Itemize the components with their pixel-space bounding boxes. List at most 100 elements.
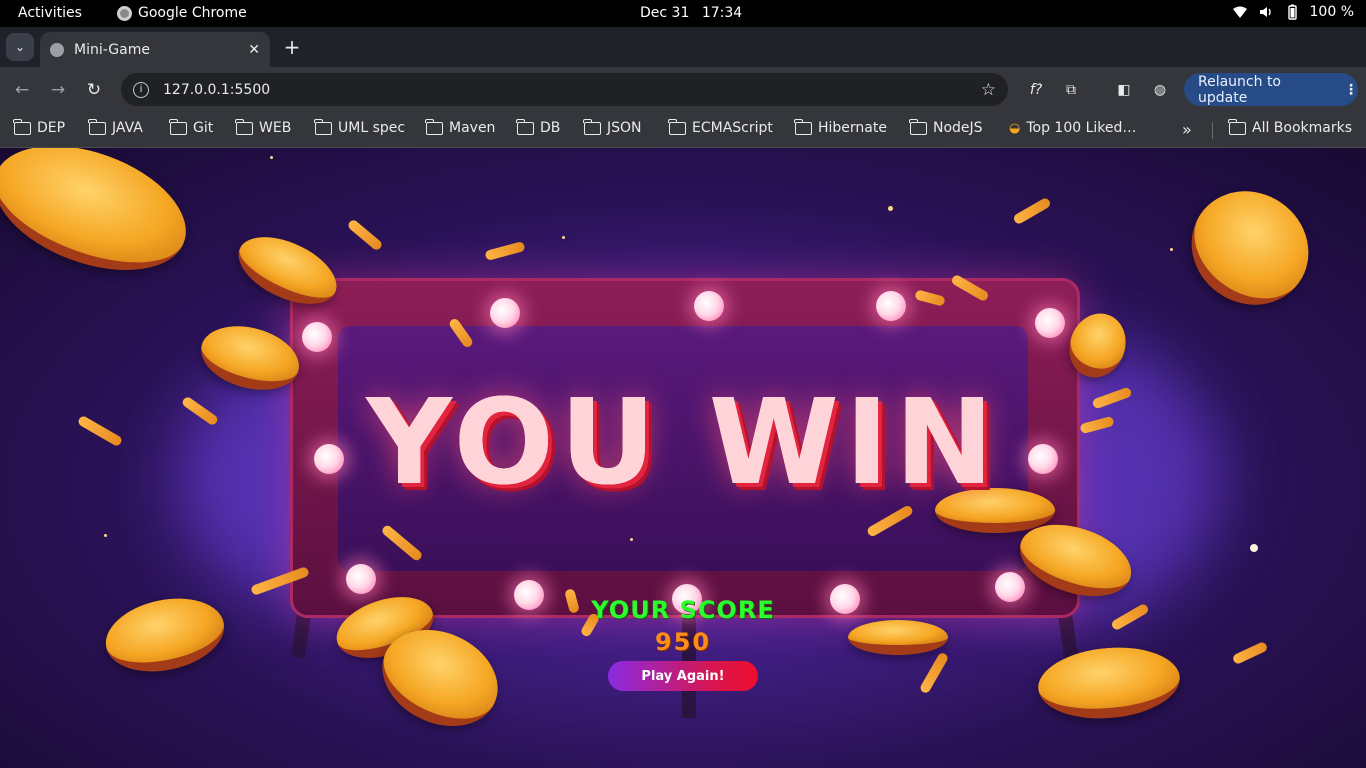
relaunch-label: Relaunch to update (1198, 73, 1282, 106)
battery-percent: 100 % (1309, 4, 1354, 20)
bookmark-label: JSON (607, 120, 642, 136)
play-again-button[interactable]: Play Again! (608, 661, 758, 691)
tab-strip: ⌄ Mini-Game ✕ + (0, 27, 1366, 67)
confetti-piece (1012, 196, 1052, 226)
system-tray[interactable]: 100 % (1232, 4, 1354, 20)
you-win-headline: YOU WIN (366, 373, 1000, 511)
marquee-bulb (876, 291, 906, 321)
bookmark-folder[interactable]: Hibernate (794, 118, 887, 136)
gold-coin (0, 148, 203, 294)
sparkle (104, 534, 107, 537)
bookmarks-overflow-chevron-icon[interactable]: » (1182, 120, 1192, 139)
bookmark-folder[interactable]: Git (169, 118, 214, 136)
leetcode-favicon-icon: ◒ (1009, 120, 1021, 136)
tab-mini-game[interactable]: Mini-Game ✕ (40, 32, 270, 67)
game-viewport: YOU WIN YOUR SCORE 950 Play Again! (0, 148, 1366, 768)
bookmark-label: Top 100 Liked… (1026, 120, 1137, 136)
confetti-piece (346, 218, 384, 252)
marquee-bulb (490, 298, 520, 328)
close-tab-icon[interactable]: ✕ (248, 42, 260, 58)
reload-icon[interactable]: ↻ (83, 79, 105, 101)
confetti-piece (484, 240, 526, 262)
bookmark-folder[interactable]: Maven (425, 118, 496, 136)
bookmark-label: Maven (449, 120, 496, 136)
folder-icon (169, 118, 187, 135)
profile-avatar-icon[interactable]: ◍ (1149, 79, 1171, 101)
bookmark-star-icon[interactable]: ☆ (981, 80, 996, 100)
folder-icon (425, 118, 443, 135)
folder-icon (13, 118, 31, 135)
folder-icon (668, 118, 686, 135)
folder-icon (88, 118, 106, 135)
score-label: YOUR SCORE (591, 596, 775, 624)
bookmark-label: Hibernate (818, 120, 887, 136)
address-bar[interactable]: i 127.0.0.1:5500 ☆ (121, 73, 1008, 106)
marquee-bulb (346, 564, 376, 594)
clock[interactable]: Dec 31 17:34 (640, 5, 742, 21)
score-value: 950 (654, 628, 712, 656)
bookmark-label: DB (540, 120, 561, 136)
clock-date: Dec 31 (640, 5, 690, 21)
folder-icon (235, 118, 253, 135)
activities-button[interactable]: Activities (18, 5, 82, 21)
folder-icon (794, 118, 812, 135)
side-panel-icon[interactable]: ◧ (1113, 79, 1135, 101)
bookmark-label: WEB (259, 120, 292, 136)
bookmarks-divider (1212, 122, 1213, 139)
tab-search-button[interactable]: ⌄ (6, 33, 34, 61)
all-bookmarks-button[interactable]: All Bookmarks (1228, 118, 1353, 136)
all-bookmarks-label: All Bookmarks (1252, 120, 1353, 136)
gold-coin (1169, 168, 1331, 328)
sparkle (270, 156, 273, 159)
function-extension-icon[interactable]: f? (1025, 79, 1047, 101)
bookmark-label: UML spec (338, 120, 406, 136)
sparkle (888, 206, 893, 211)
bookmark-folder[interactable]: ECMAScript (668, 118, 773, 136)
folder-icon (909, 118, 927, 135)
folder-icon (1228, 118, 1246, 135)
bookmark-label: DEP (37, 120, 66, 136)
app-name: Google Chrome (138, 5, 247, 21)
battery-icon (1287, 4, 1297, 20)
back-arrow-icon[interactable]: ← (11, 79, 33, 101)
sparkle (1250, 544, 1258, 552)
bookmark-link[interactable]: ◒ Top 100 Liked… (1009, 120, 1136, 136)
confetti-piece (918, 651, 950, 695)
bookmark-folder[interactable]: JAVA (88, 118, 143, 136)
bookmark-folder[interactable]: DB (516, 118, 561, 136)
bookmark-folder[interactable]: DEP (13, 118, 66, 136)
app-menu[interactable]: Google Chrome (117, 5, 247, 21)
url-text[interactable]: 127.0.0.1:5500 (163, 82, 981, 98)
marquee-bulb (1035, 308, 1065, 338)
more-menu-icon[interactable]: ⋮ (1344, 82, 1358, 98)
forward-arrow-icon[interactable]: → (47, 79, 69, 101)
sparkle (1170, 248, 1173, 251)
bookmark-folder[interactable]: NodeJS (909, 118, 983, 136)
folder-icon (516, 118, 534, 135)
bookmark-folder[interactable]: WEB (235, 118, 292, 136)
new-tab-button[interactable]: + (282, 33, 302, 61)
bookmark-label: ECMAScript (692, 120, 773, 136)
folder-icon (314, 118, 332, 135)
bookmark-folder[interactable]: UML spec (314, 118, 406, 136)
folder-icon (583, 118, 601, 135)
wifi-icon (1232, 6, 1247, 18)
relaunch-update-button[interactable]: Relaunch to update ⋮ (1184, 73, 1358, 106)
chrome-icon (117, 5, 132, 21)
bookmark-label: JAVA (112, 120, 143, 136)
globe-icon (50, 42, 64, 57)
bookmarks-bar: DEP JAVA Git WEB UML spec Maven DB JSON … (0, 112, 1366, 148)
marquee-bulb (694, 291, 724, 321)
marquee-bulb (302, 322, 332, 352)
sparkle (630, 538, 633, 541)
bookmark-folder[interactable]: JSON (583, 118, 642, 136)
bookmark-label: Git (193, 120, 214, 136)
site-info-icon[interactable]: i (133, 81, 149, 98)
clock-time: 17:34 (701, 5, 743, 21)
sparkle (562, 236, 565, 239)
os-top-bar: Activities Google Chrome Dec 31 17:34 10… (0, 0, 1366, 27)
bookmark-label: NodeJS (933, 120, 983, 136)
browser-toolbar: ← → ↻ i 127.0.0.1:5500 ☆ f? ⧉ ◧ ◍ Relaun… (0, 67, 1366, 112)
extensions-puzzle-icon[interactable]: ⧉ (1060, 79, 1082, 101)
chevron-down-icon: ⌄ (14, 40, 26, 54)
